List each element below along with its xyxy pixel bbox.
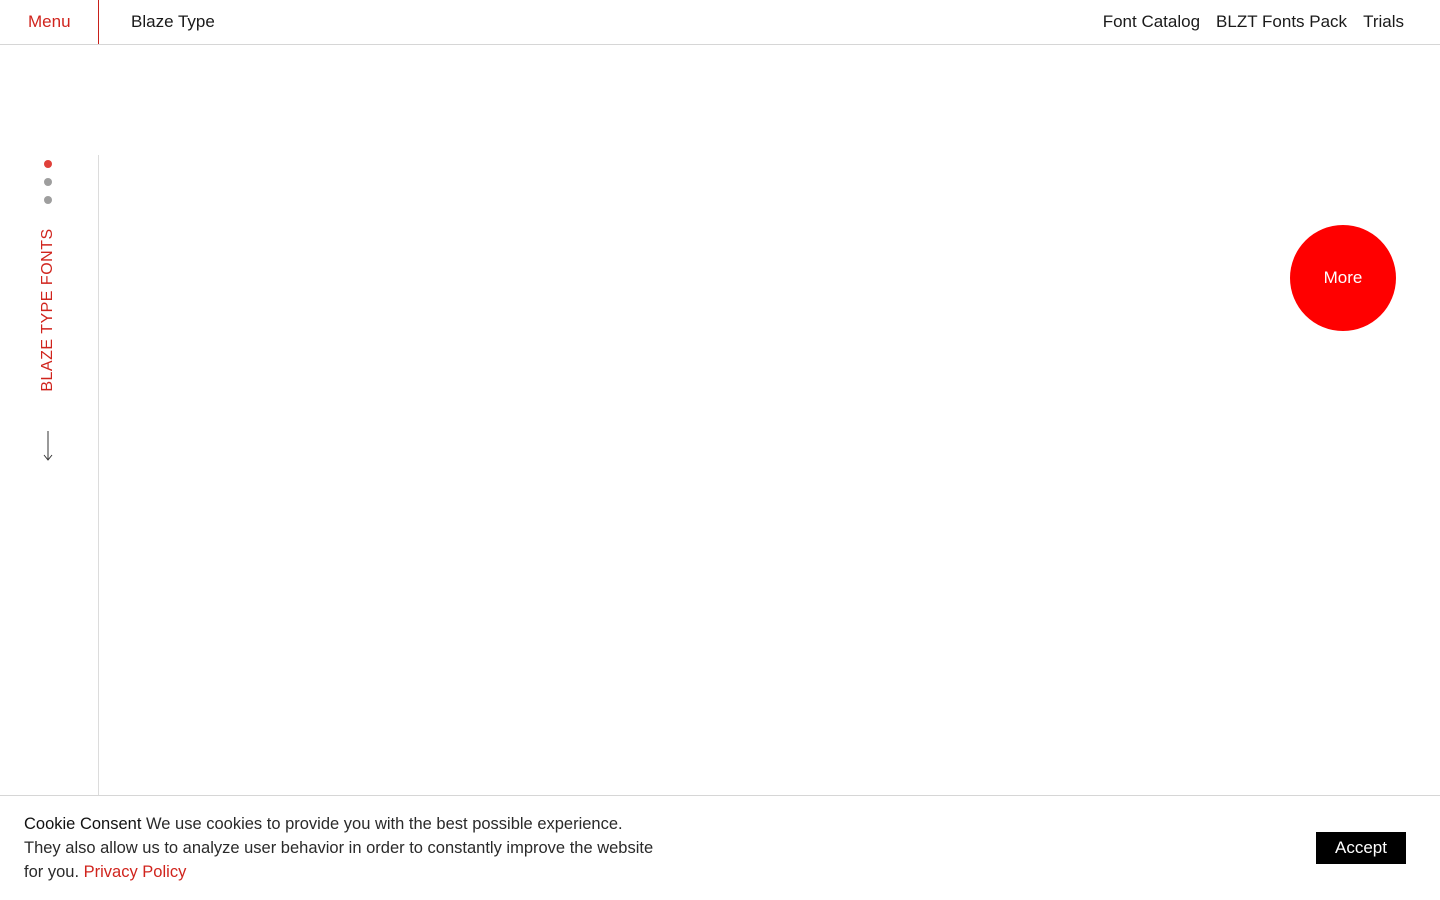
slide-pagination <box>44 160 52 214</box>
cookie-banner: Cookie Consent We use cookies to provide… <box>0 795 1440 900</box>
brand-name[interactable]: Blaze Type <box>131 0 215 44</box>
more-button[interactable]: More <box>1290 225 1396 331</box>
menu-button[interactable]: Menu <box>0 0 99 44</box>
slide-dot-1[interactable] <box>44 160 52 168</box>
top-header: Menu Blaze Type Font Catalog BLZT Fonts … <box>0 0 1440 45</box>
privacy-policy-link[interactable]: Privacy Policy <box>84 863 187 881</box>
cookie-line-3: for you. <box>24 863 84 881</box>
cookie-text: Cookie Consent We use cookies to provide… <box>24 812 714 884</box>
left-rail-divider <box>98 155 99 795</box>
cookie-title: Cookie Consent <box>24 815 142 833</box>
cookie-line-1: We use cookies to provide you with the b… <box>141 815 623 833</box>
cookie-line-2: They also allow us to analyze user behav… <box>24 839 654 857</box>
top-nav: Font Catalog BLZT Fonts Pack Trials <box>1103 0 1404 44</box>
nav-font-catalog[interactable]: Font Catalog <box>1103 12 1200 32</box>
slide-dot-3[interactable] <box>44 196 52 204</box>
nav-trials[interactable]: Trials <box>1363 12 1404 32</box>
slide-dot-2[interactable] <box>44 178 52 186</box>
section-vertical-label: BLAZE TYPE FONTS <box>39 228 56 392</box>
accept-button[interactable]: Accept <box>1316 832 1406 864</box>
arrow-down-icon[interactable] <box>42 430 54 462</box>
nav-blzt-fonts-pack[interactable]: BLZT Fonts Pack <box>1216 12 1347 32</box>
